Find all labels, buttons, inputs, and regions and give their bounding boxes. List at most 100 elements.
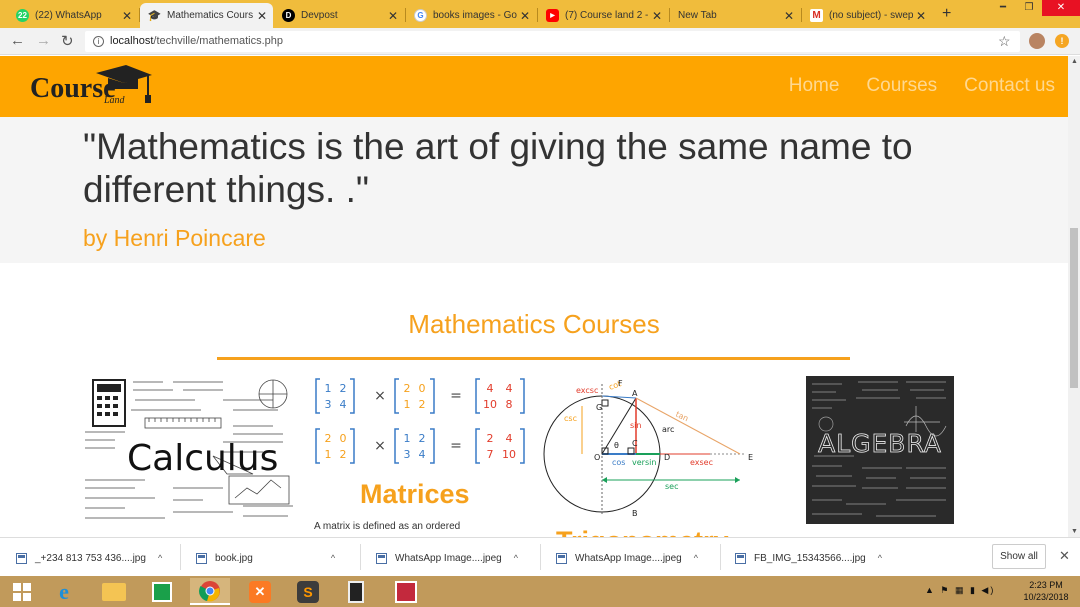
chevron-up-icon[interactable]: ^ (694, 553, 698, 563)
matrix-multiplication-image: 12 34 × 20 12 = 44 10 8 20 12 × 1 2 3 4 … (315, 378, 525, 464)
quote-text: "Mathematics is the art of giving the sa… (83, 126, 913, 210)
close-window-icon[interactable]: ✕ (1042, 0, 1080, 16)
tab-mathematics-courses[interactable]: 🎓 Mathematics Cours ✕ (140, 3, 273, 28)
window-controls: ━ ❐ ✕ (990, 0, 1080, 16)
svg-text:tan: tan (674, 410, 690, 424)
svg-text:2: 2 (325, 432, 332, 445)
nav-courses-link[interactable]: Courses (866, 75, 937, 97)
app-icon[interactable] (336, 578, 376, 605)
taskbar-clock[interactable]: 2:23 PM 10/23/2018 (1018, 579, 1074, 603)
info-icon[interactable]: i (93, 35, 104, 47)
svg-text:4: 4 (506, 432, 513, 445)
download-item[interactable]: _+234 813 753 436....jpg ^ (16, 547, 162, 569)
nav-contact-link[interactable]: Contact us (964, 75, 1055, 97)
course-card-algebra[interactable]: ALGEBRA (806, 376, 954, 524)
close-downloads-icon[interactable]: ✕ (1059, 548, 1070, 564)
download-item[interactable]: FB_IMG_15343566....jpg ^ (735, 547, 882, 569)
profile-avatar[interactable] (1029, 33, 1045, 49)
svg-text:2: 2 (487, 432, 494, 445)
xampp-icon[interactable]: ✕ (240, 578, 280, 605)
internet-explorer-icon[interactable]: e (44, 578, 84, 605)
close-tab-icon[interactable]: ✕ (914, 9, 928, 23)
tab-whatsapp[interactable]: 22 (22) WhatsApp ✕ (8, 3, 138, 28)
course-land-logo[interactable]: Course Land (28, 63, 153, 109)
svg-text:=: = (450, 388, 462, 404)
close-tab-icon[interactable]: ✕ (782, 9, 796, 23)
close-tab-icon[interactable]: ✕ (255, 9, 269, 23)
chevron-up-icon[interactable]: ^ (878, 553, 882, 563)
svg-text:θ: θ (614, 441, 619, 450)
chrome-icon[interactable] (190, 578, 230, 605)
svg-text:8: 8 (506, 398, 513, 411)
close-tab-icon[interactable]: ✕ (386, 9, 400, 23)
course-title-trigonometry[interactable]: Trigonometry (556, 526, 729, 537)
tab-google-images[interactable]: G books images - Go ✕ (406, 3, 536, 28)
chevron-up-icon[interactable]: ^ (331, 553, 335, 563)
system-tray-icons[interactable]: ▲ ⚑ ▦ ▮ ◀) (925, 585, 995, 596)
download-filename: book.jpg (215, 552, 253, 564)
svg-text:E: E (748, 453, 753, 462)
quote-banner: "Mathematics is the art of giving the sa… (0, 117, 1068, 263)
close-tab-icon[interactable]: ✕ (650, 9, 664, 23)
browser-toolbar: ← → ↻ i localhost/techville/mathematics.p… (0, 28, 1080, 55)
site-navbar: Course Land Home Courses Contact us (0, 56, 1068, 117)
download-item[interactable]: book.jpg ^ (196, 547, 335, 569)
windows-start-icon[interactable] (2, 578, 42, 605)
new-tab-button[interactable]: + (942, 5, 951, 23)
address-bar[interactable]: i localhost/techville/mathematics.php (85, 31, 1020, 52)
course-card-matrices[interactable]: 12 34 × 20 12 = 44 10 8 20 12 × 1 2 3 4 … (310, 376, 530, 536)
url-path: /techville/mathematics.php (153, 35, 284, 47)
chevron-up-icon[interactable]: ^ (514, 553, 518, 563)
tab-new-tab[interactable]: New Tab ✕ (670, 3, 800, 28)
clock-date: 10/23/2018 (1023, 592, 1069, 602)
svg-text:=: = (450, 438, 462, 454)
bookmark-star-icon[interactable]: ☆ (998, 33, 1011, 50)
svg-text:2: 2 (340, 382, 347, 395)
tab-title: (no subject) - swep (829, 10, 914, 21)
store-icon[interactable] (142, 578, 182, 605)
course-card-calculus[interactable]: Calculus (83, 376, 295, 526)
image-file-icon (735, 552, 746, 564)
course-card-trigonometry[interactable]: excsc cot csc sin arc tan cos versin exs… (540, 376, 765, 537)
close-tab-icon[interactable]: ✕ (120, 9, 134, 23)
scroll-down-icon[interactable]: ▼ (1071, 528, 1078, 535)
svg-text:×: × (374, 438, 386, 454)
svg-text:sin: sin (630, 421, 641, 430)
nav-home-link[interactable]: Home (789, 75, 840, 97)
restore-icon[interactable]: ❐ (1016, 0, 1042, 16)
reload-icon[interactable]: ↻ (61, 32, 74, 50)
scrollbar-thumb[interactable] (1070, 228, 1078, 388)
tab-title: (22) WhatsApp (35, 10, 102, 21)
minimize-icon[interactable]: ━ (990, 0, 1016, 16)
download-filename: WhatsApp Image....jpeg (575, 552, 682, 564)
show-all-button[interactable]: Show all (992, 544, 1046, 569)
sublime-text-icon[interactable]: S (288, 578, 328, 605)
file-explorer-icon[interactable] (94, 578, 134, 605)
back-icon[interactable]: ← (10, 32, 25, 49)
svg-text:O: O (594, 453, 600, 462)
extension-icon[interactable]: ! (1055, 34, 1069, 48)
paint-app-icon[interactable] (386, 578, 426, 605)
svg-text:F: F (618, 379, 623, 388)
course-title-matrices[interactable]: Matrices (360, 479, 470, 510)
scroll-up-icon[interactable]: ▲ (1071, 58, 1078, 65)
tab-gmail[interactable]: M (no subject) - swep ✕ (802, 3, 932, 28)
download-filename: _+234 813 753 436....jpg (35, 552, 146, 564)
download-item[interactable]: WhatsApp Image....jpeg ^ (376, 547, 518, 569)
tab-youtube[interactable]: ▶ (7) Course land 2 - ✕ (538, 3, 668, 28)
forward-icon[interactable]: → (36, 32, 51, 49)
page-scrollbar[interactable]: ▲ ▼ (1068, 56, 1080, 537)
svg-text:1: 1 (325, 448, 332, 461)
youtube-icon: ▶ (546, 9, 559, 22)
svg-text:1: 1 (404, 432, 411, 445)
chevron-up-icon[interactable]: ^ (158, 553, 162, 563)
svg-text:csc: csc (564, 414, 577, 423)
svg-text:C: C (632, 439, 638, 448)
download-item[interactable]: WhatsApp Image....jpeg ^ (556, 547, 698, 569)
svg-text:7: 7 (487, 448, 494, 461)
tab-devpost[interactable]: D Devpost ✕ (274, 3, 404, 28)
close-tab-icon[interactable]: ✕ (518, 9, 532, 23)
svg-text:4: 4 (487, 382, 494, 395)
page-viewport: Course Land Home Courses Contact us "Mat… (0, 56, 1068, 537)
svg-text:1: 1 (325, 382, 332, 395)
